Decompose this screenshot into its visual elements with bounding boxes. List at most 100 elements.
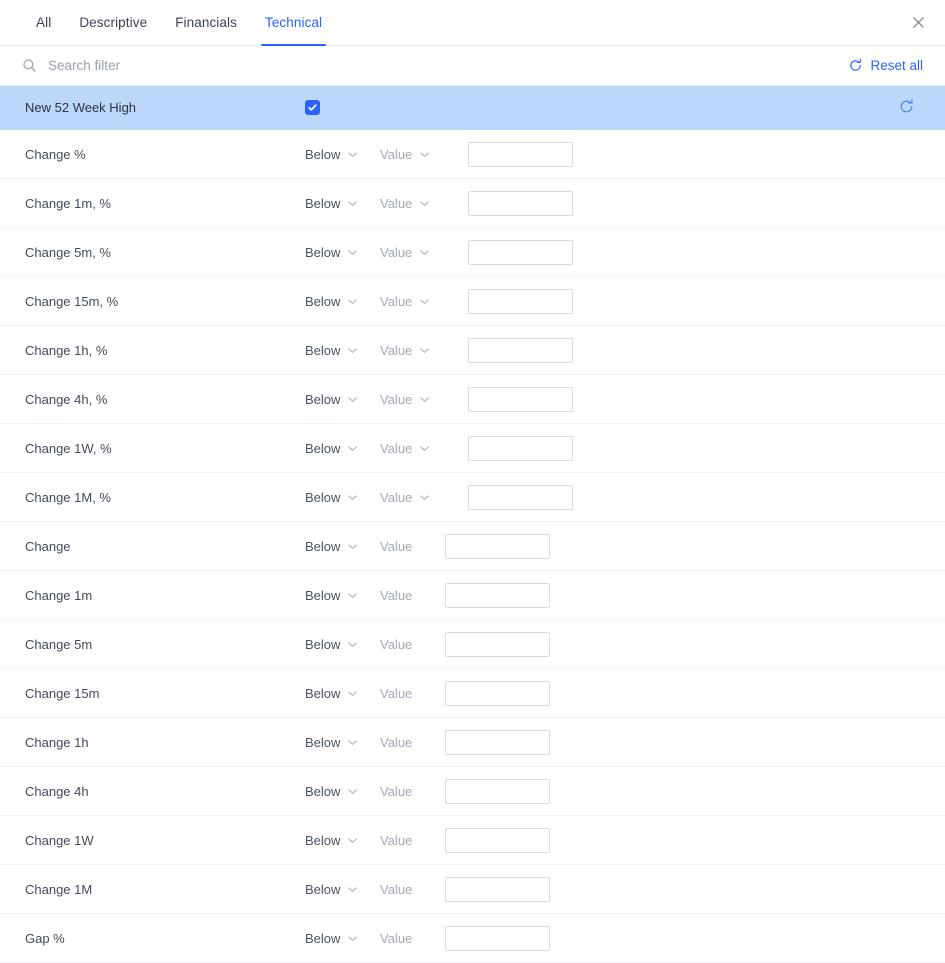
filter-value-input[interactable]: [445, 680, 550, 706]
filter-operator-dropdown[interactable]: Below: [305, 882, 373, 897]
close-button[interactable]: [901, 0, 935, 45]
reset-all-label: Reset all: [870, 58, 923, 73]
filter-value-input[interactable]: [445, 876, 550, 902]
filter-unit-text: Value: [380, 637, 430, 652]
filter-unit-dropdown[interactable]: Value: [380, 294, 450, 309]
filter-row-reset-button[interactable]: [898, 98, 915, 118]
filter-rows-list: New 52 Week High Change % Below Value Chang…: [0, 86, 945, 963]
filter-value-input[interactable]: [468, 239, 573, 265]
filter-value-input[interactable]: [445, 533, 550, 559]
filter-operator-dropdown[interactable]: Below: [305, 539, 373, 554]
tab-technical[interactable]: Technical: [251, 0, 336, 46]
chevron-down-icon: [347, 590, 358, 601]
filter-operator-dropdown[interactable]: Below: [305, 784, 373, 799]
filter-operator-dropdown[interactable]: Below: [305, 490, 373, 505]
filter-row[interactable]: Change % Below Value: [0, 130, 945, 179]
filter-operator-label: Below: [305, 734, 341, 750]
filter-operator-dropdown[interactable]: Below: [305, 637, 373, 652]
filter-value-input[interactable]: [468, 337, 573, 363]
filter-row-controls: Below Value: [305, 239, 573, 265]
filter-value-input[interactable]: [468, 386, 573, 412]
filter-value-input[interactable]: [468, 484, 573, 510]
tab-descriptive[interactable]: Descriptive: [65, 0, 161, 45]
filter-row[interactable]: Change 1m, % Below Value: [0, 179, 945, 228]
chevron-down-icon: [347, 492, 358, 503]
filter-row-label: Change 1m, %: [25, 195, 111, 211]
filter-unit-dropdown[interactable]: Value: [380, 147, 450, 162]
filter-value-slot: [445, 778, 550, 804]
filter-row-label: Change 4h: [25, 783, 89, 799]
filter-row[interactable]: Change 5m, % Below Value: [0, 228, 945, 277]
filter-operator-dropdown[interactable]: Below: [305, 441, 373, 456]
filter-value-input[interactable]: [468, 190, 573, 216]
filter-unit-text: Value: [380, 686, 430, 701]
filter-value-input[interactable]: [445, 778, 550, 804]
filter-unit-dropdown[interactable]: Value: [380, 490, 450, 505]
filter-unit-dropdown[interactable]: Value: [380, 245, 450, 260]
filter-row[interactable]: Change 1W, % Below Value: [0, 424, 945, 473]
tab-financials[interactable]: Financials: [161, 0, 251, 45]
filter-value-input[interactable]: [445, 631, 550, 657]
filter-operator-dropdown[interactable]: Below: [305, 147, 373, 162]
filter-operator-dropdown[interactable]: Below: [305, 392, 373, 407]
filter-row[interactable]: Gap % Below Value: [0, 914, 945, 963]
filter-operator-dropdown[interactable]: Below: [305, 343, 373, 358]
filter-row-label: Change 4h, %: [25, 391, 108, 407]
filter-value-input[interactable]: [468, 141, 573, 167]
search-input[interactable]: [48, 53, 839, 78]
filter-value-input[interactable]: [445, 925, 550, 951]
chevron-down-icon: [347, 786, 358, 797]
filter-unit-label: Value: [380, 930, 413, 946]
filter-value-slot: [468, 386, 573, 412]
filter-row-controls: Below Value: [305, 141, 573, 167]
filter-value-input[interactable]: [445, 827, 550, 853]
filter-unit-dropdown[interactable]: Value: [380, 441, 450, 456]
filter-row[interactable]: Change 1m Below Value: [0, 571, 945, 620]
chevron-down-icon: [347, 933, 358, 944]
filter-value-input[interactable]: [468, 435, 573, 461]
filter-row[interactable]: Change 1h Below Value: [0, 718, 945, 767]
filter-operator-dropdown[interactable]: Below: [305, 833, 373, 848]
filter-operator-dropdown[interactable]: Below: [305, 294, 373, 309]
filter-operator-dropdown[interactable]: Below: [305, 588, 373, 603]
filter-checkbox[interactable]: [305, 100, 320, 115]
tab-all[interactable]: All: [22, 0, 65, 45]
filter-row[interactable]: Change 4h Below Value: [0, 767, 945, 816]
filter-row-label: Change 1W: [25, 832, 94, 848]
filter-row-label: Change 1h, %: [25, 342, 108, 358]
filter-value-input[interactable]: [445, 729, 550, 755]
filter-value-slot: [468, 288, 573, 314]
filter-row-new-52-week-high[interactable]: New 52 Week High: [0, 86, 945, 130]
check-icon: [307, 102, 318, 113]
filter-row[interactable]: Change 1W Below Value: [0, 816, 945, 865]
filter-unit-dropdown[interactable]: Value: [380, 196, 450, 211]
filter-value-input[interactable]: [468, 288, 573, 314]
filter-row[interactable]: Change 15m, % Below Value: [0, 277, 945, 326]
filter-unit-dropdown[interactable]: Value: [380, 343, 450, 358]
filter-row-controls: Below Value: [305, 778, 550, 804]
filter-row[interactable]: Change Below Value: [0, 522, 945, 571]
chevron-down-icon: [347, 394, 358, 405]
filter-value-input[interactable]: [445, 582, 550, 608]
filter-operator-label: Below: [305, 636, 341, 652]
filter-unit-text: Value: [380, 931, 430, 946]
filter-operator-dropdown[interactable]: Below: [305, 735, 373, 750]
filter-operator-dropdown[interactable]: Below: [305, 931, 373, 946]
filter-row[interactable]: Change 5m Below Value: [0, 620, 945, 669]
filter-operator-dropdown[interactable]: Below: [305, 686, 373, 701]
filter-operator-dropdown[interactable]: Below: [305, 196, 373, 211]
filter-row[interactable]: Change 1h, % Below Value: [0, 326, 945, 375]
reset-all-button[interactable]: Reset all: [838, 58, 923, 73]
filter-row[interactable]: Change 1M, % Below Value: [0, 473, 945, 522]
filter-row-controls: Below Value: [305, 533, 550, 559]
tab-all-label: All: [36, 15, 52, 30]
filter-unit-dropdown[interactable]: Value: [380, 392, 450, 407]
filter-value-slot: [445, 925, 550, 951]
filter-row[interactable]: Change 4h, % Below Value: [0, 375, 945, 424]
filter-row[interactable]: Change 1M Below Value: [0, 865, 945, 914]
filter-operator-dropdown[interactable]: Below: [305, 245, 373, 260]
filter-row[interactable]: Change 15m Below Value: [0, 669, 945, 718]
filter-operator-label: Below: [305, 195, 341, 211]
chevron-down-icon: [347, 443, 358, 454]
filter-unit-text: Value: [380, 784, 430, 799]
